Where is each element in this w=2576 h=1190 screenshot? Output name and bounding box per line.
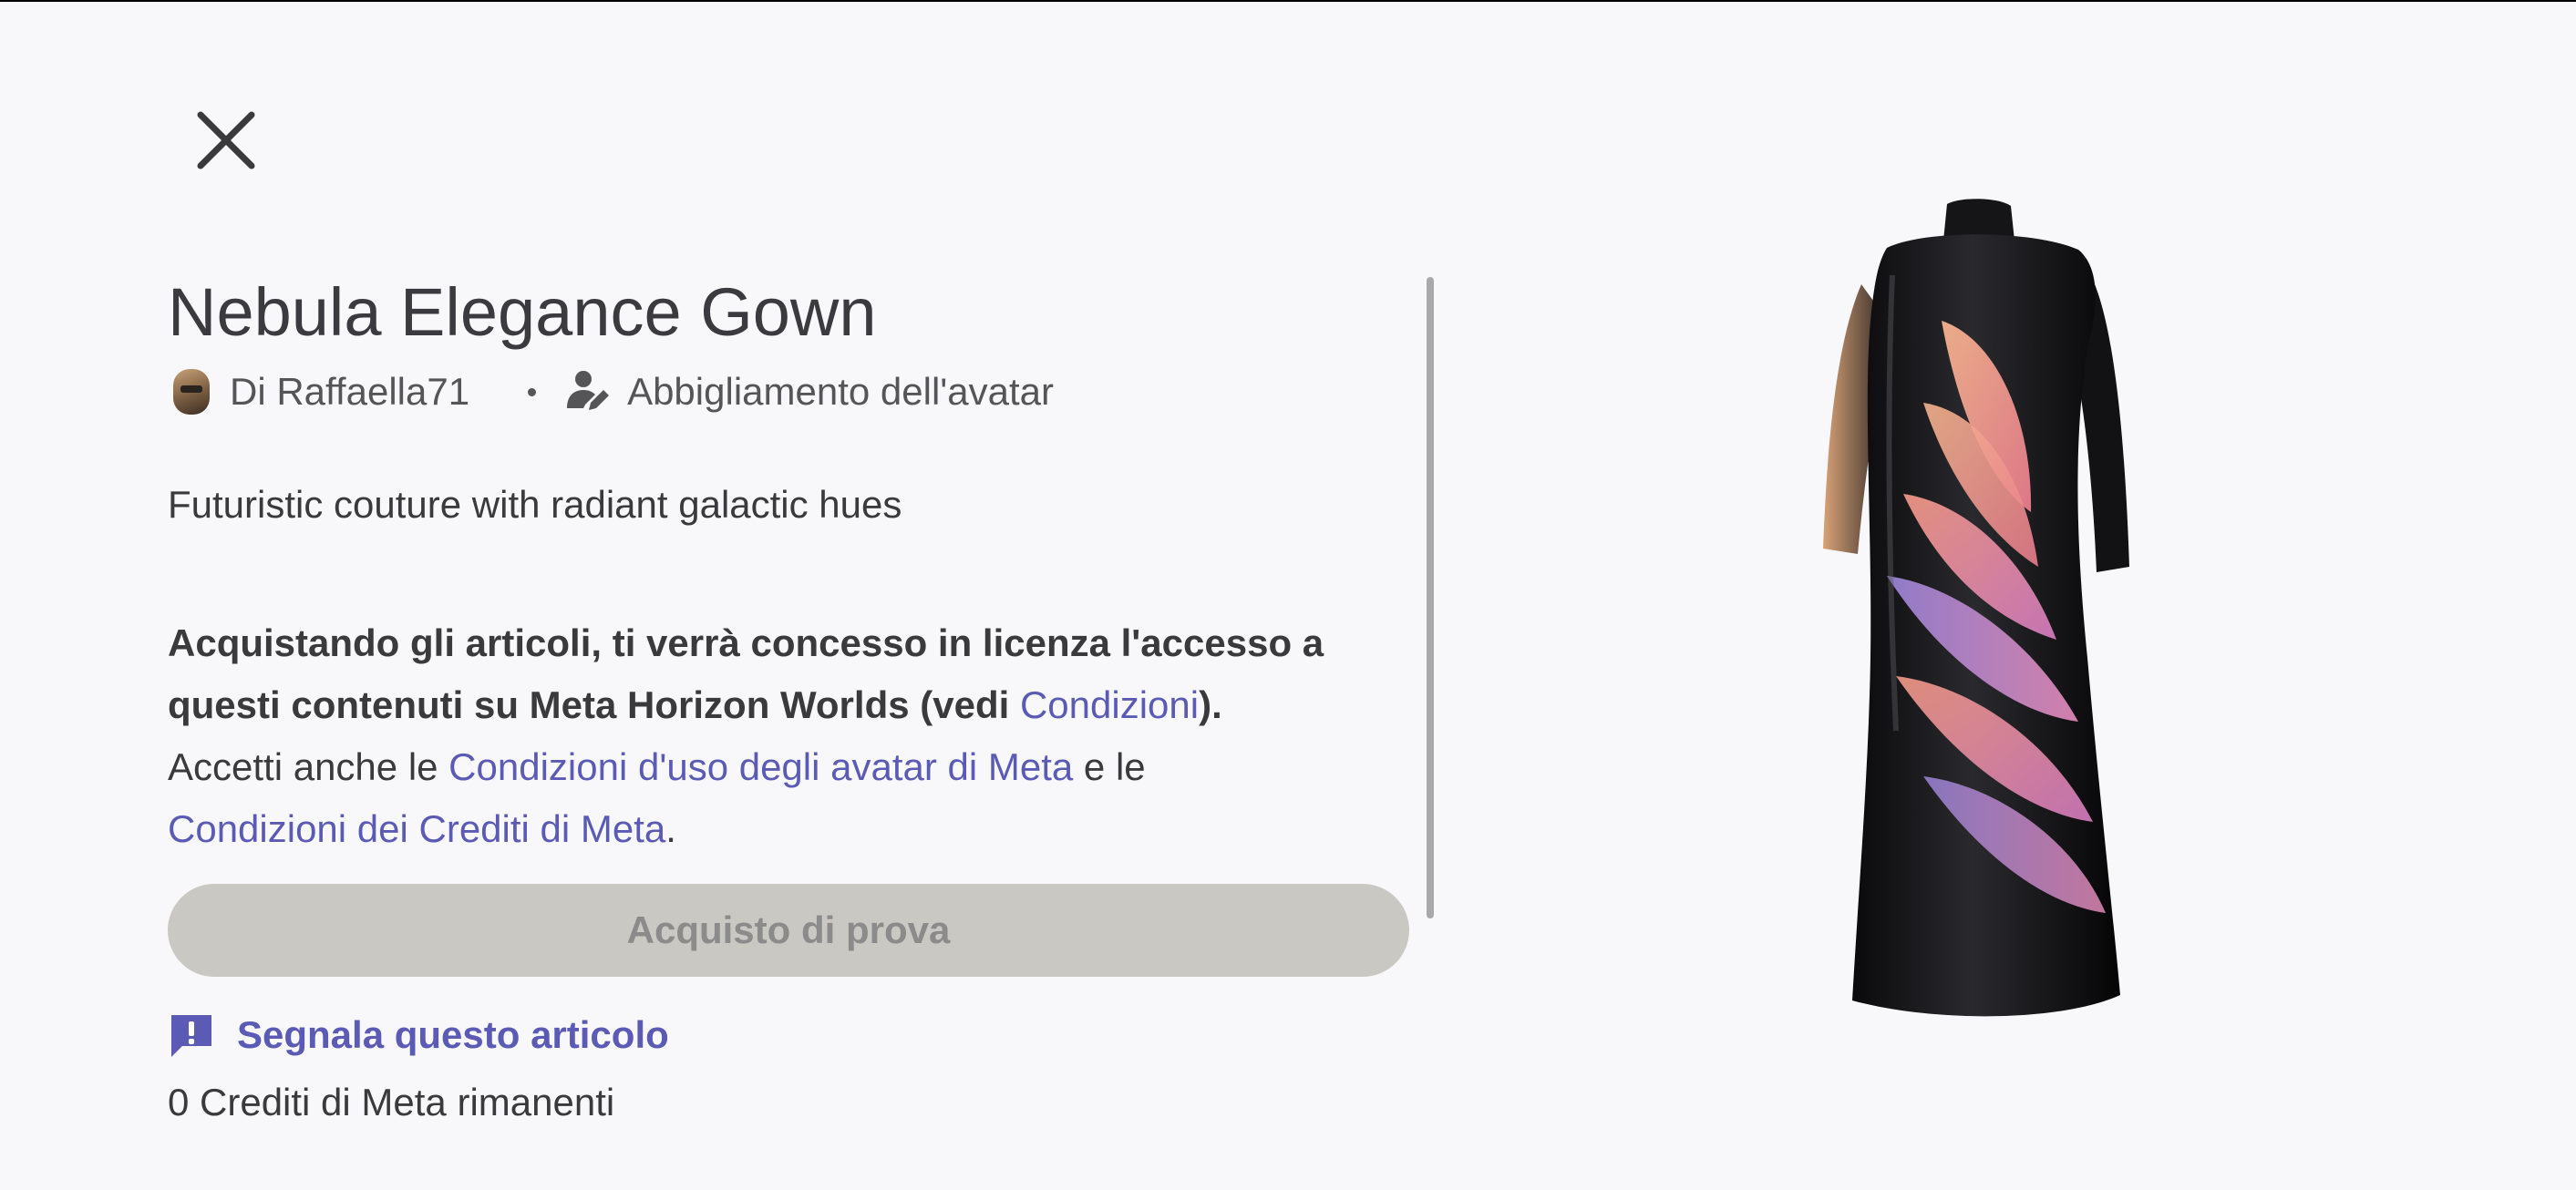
item-category: Abbigliamento dell'avatar bbox=[627, 370, 1055, 413]
terms-link[interactable]: Condizioni bbox=[1020, 683, 1199, 726]
gown-preview-image[interactable] bbox=[1787, 184, 2188, 1031]
report-item-link[interactable]: Segnala questo articolo bbox=[168, 1008, 669, 1062]
test-purchase-button[interactable]: Acquisto di prova bbox=[168, 884, 1409, 977]
accept-prefix: Accetti anche le bbox=[168, 745, 449, 788]
license-text-end: ). bbox=[1199, 683, 1222, 726]
separator-dot bbox=[528, 387, 537, 396]
item-description: Futuristic couture with radiant galactic… bbox=[168, 483, 902, 526]
creator-name[interactable]: Di Raffaella71 bbox=[230, 370, 469, 414]
item-detail-page: Nebula Elegance Gown Di Raffaella71 Abbi… bbox=[0, 2, 2576, 1190]
item-title: Nebula Elegance Gown bbox=[168, 274, 877, 350]
accept-end: . bbox=[665, 807, 676, 850]
item-meta-row: Di Raffaella71 Abbigliamento dell'avatar bbox=[173, 366, 1054, 417]
avatar-terms-link[interactable]: Condizioni d'uso degli avatar di Meta bbox=[448, 745, 1073, 788]
accept-mid: e le bbox=[1073, 745, 1146, 788]
close-icon bbox=[197, 111, 255, 169]
report-flag-icon bbox=[171, 1015, 211, 1057]
legal-text: Acquistando gli articoli, ti verrà conce… bbox=[168, 612, 1417, 860]
credits-terms-link[interactable]: Condizioni dei Crediti di Meta bbox=[168, 807, 665, 850]
panel-scrollbar[interactable] bbox=[1427, 277, 1434, 918]
person-edit-icon bbox=[567, 371, 610, 410]
creator-avatar bbox=[173, 369, 210, 415]
close-button[interactable] bbox=[188, 102, 264, 179]
report-item-label: Segnala questo articolo bbox=[237, 1013, 669, 1056]
credits-remaining: 0 Crediti di Meta rimanenti bbox=[168, 1081, 615, 1123]
